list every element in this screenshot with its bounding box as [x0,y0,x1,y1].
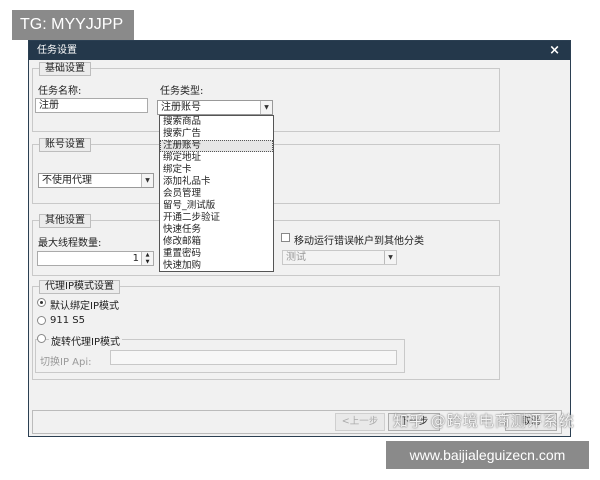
proxy-selected: 不使用代理 [42,175,92,186]
tg-badge: TG: MYYJJPP [12,10,134,40]
task-type-option[interactable]: 会员管理 [160,188,273,200]
task-type-option[interactable]: 快速任务 [160,224,273,236]
account-settings-title: 账号设置 [39,138,91,152]
url-badge: www.baijialeguizecn.com [386,441,589,469]
proxy-dropdown[interactable]: 不使用代理 ▼ [38,173,154,188]
chevron-down-icon[interactable]: ▼ [260,101,272,114]
task-type-option[interactable]: 重置密码 [160,248,273,260]
rotate-ip-radio[interactable] [37,334,46,343]
switch-ip-input[interactable] [110,350,397,365]
chevron-down-icon[interactable]: ▼ [141,174,153,187]
stepper-buttons[interactable]: ▲ ▼ [141,252,153,265]
move-error-label: 移动运行错误帐户到其他分类 [294,236,424,247]
move-error-checkbox[interactable] [281,233,290,242]
max-threads-stepper[interactable]: 1 ▲ ▼ [37,251,154,266]
task-type-option[interactable]: 添加礼品卡 [160,176,273,188]
task-type-option[interactable]: 快速加购 [160,260,273,272]
rotate-ip-label: 旋转代理IP模式 [49,333,122,348]
switch-ip-label: 切换IP Api: [40,357,92,368]
prev-button[interactable]: <上一步 [335,413,385,431]
other-settings-title: 其他设置 [39,214,91,228]
s5-radio[interactable] [37,316,46,325]
zhihu-watermark: 知乎 @跨境电商测评系统 [393,412,575,430]
task-type-option[interactable]: 修改邮箱 [160,236,273,248]
default-ip-label: 默认绑定IP模式 [50,301,119,312]
task-type-option[interactable]: 开通二步验证 [160,212,273,224]
task-type-option[interactable]: 注册账号 [160,140,273,152]
close-icon[interactable]: × [549,41,560,60]
basic-settings-title: 基础设置 [39,62,91,76]
task-name-label: 任务名称: [38,86,82,97]
task-name-input[interactable]: 注册 [35,98,148,113]
task-type-option[interactable]: 搜索商品 [160,116,273,128]
task-type-option[interactable]: 留号_测试版 [160,200,273,212]
max-threads-label: 最大线程数量: [38,238,102,249]
stepper-down-icon[interactable]: ▼ [142,258,153,265]
task-type-list[interactable]: 搜索商品 搜索广告 注册账号 绑定地址 绑定卡 添加礼品卡 会员管理 留号_测试版 开通二步验证… [159,115,274,272]
task-type-dropdown[interactable]: 注册账号 ▼ [157,100,273,115]
task-type-selected: 注册账号 [161,102,201,113]
title-bar: 任务设置 × [29,41,570,60]
chevron-down-icon[interactable]: ▼ [384,251,396,264]
task-type-option[interactable]: 绑定卡 [160,164,273,176]
max-threads-value: 1 [132,253,139,264]
s5-label: 911 S5 [50,315,85,326]
proxy-ip-title: 代理IP模式设置 [39,280,120,294]
task-type-option[interactable]: 搜索广告 [160,128,273,140]
task-type-option[interactable]: 绑定地址 [160,152,273,164]
task-type-label: 任务类型: [160,86,204,97]
category-selected: 测试 [286,252,306,263]
default-ip-radio[interactable] [37,298,46,307]
category-dropdown[interactable]: 测试 ▼ [282,250,397,265]
window-title: 任务设置 [37,45,77,56]
